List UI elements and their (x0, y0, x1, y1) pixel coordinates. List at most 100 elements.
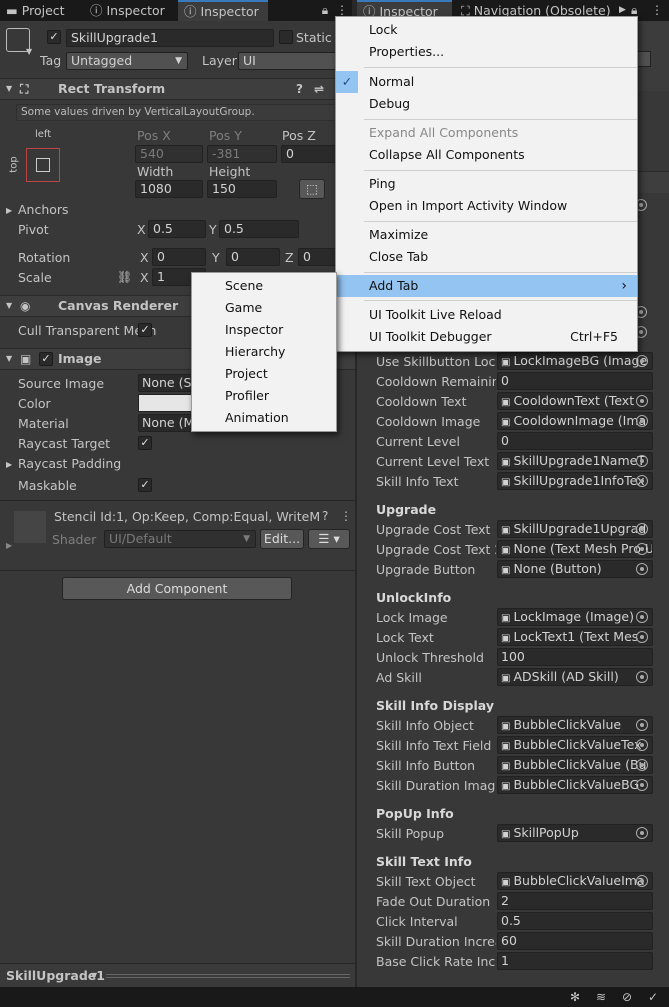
submenu-item-profiler[interactable]: Profiler (192, 385, 336, 407)
kebab-menu-icon[interactable]: ⋮ (651, 3, 663, 17)
presets-icon[interactable]: ⇌ (314, 82, 324, 96)
menu-item-ui-toolkit-live-reload[interactable]: UI Toolkit Live Reload (336, 304, 637, 326)
active-checkbox[interactable]: ✓ (47, 30, 61, 44)
object-field[interactable]: ▣ BubbleClickValue (Bu (497, 756, 653, 774)
tab-inspector-1[interactable]: ⓘ Inspector (84, 0, 174, 21)
object-field[interactable]: ▣ LockText1 (Text Mes (497, 628, 653, 646)
object-field[interactable]: ▣ SkillUpgrade1Upgrad (497, 520, 653, 538)
rect-transform-header[interactable]: ▼ ⛶ Rect Transform ? ⇌ (0, 78, 355, 100)
object-picker-icon[interactable] (636, 563, 648, 575)
menu-item-debug[interactable]: Debug (336, 93, 637, 115)
object-field[interactable]: ▣ SkillUpgrade1InfoTex (497, 472, 653, 490)
check-circle-icon[interactable]: ✓ (648, 990, 658, 1004)
help-icon[interactable]: ? (322, 509, 328, 523)
cull-transparent-checkbox[interactable]: ✓ (138, 323, 152, 337)
value-field[interactable]: 0 (497, 432, 653, 450)
help-icon[interactable]: ? (296, 82, 303, 96)
foldout-arrow-icon[interactable]: ▶ (6, 458, 12, 472)
submenu-item-inspector[interactable]: Inspector (192, 319, 336, 341)
menu-item-open-import-activity[interactable]: Open in Import Activity Window (336, 195, 637, 217)
raycast-target-checkbox[interactable]: ✓ (138, 436, 152, 450)
value-field[interactable]: 0 (497, 372, 653, 390)
object-field[interactable]: ▣ SkillUpgrade1NameT (497, 452, 653, 470)
image-enabled-checkbox[interactable]: ✓ (39, 352, 53, 366)
kebab-menu-icon[interactable]: ⋮ (340, 509, 352, 523)
value-field[interactable]: 100 (497, 648, 653, 666)
submenu-item-animation[interactable]: Animation (192, 407, 336, 429)
menu-item-normal[interactable]: ✓ Normal (336, 71, 637, 93)
pos-z-field[interactable]: 0 (281, 145, 341, 163)
tab-project[interactable]: ▬ Project (0, 0, 80, 21)
rot-y-field[interactable]: 0 (226, 248, 280, 266)
value-field[interactable]: 60 (497, 932, 653, 950)
object-picker-icon[interactable] (636, 455, 648, 467)
menu-item-ui-toolkit-debugger[interactable]: UI Toolkit Debugger Ctrl+F5 (336, 326, 637, 348)
add-component-button[interactable]: Add Component (62, 577, 292, 600)
object-picker-icon[interactable] (636, 611, 648, 623)
layers-icon[interactable]: ≋ (596, 990, 606, 1004)
value-field[interactable]: 2 (497, 892, 653, 910)
value-field[interactable]: 0.5 (497, 912, 653, 930)
raycast-padding-label[interactable]: Raycast Padding (18, 456, 121, 471)
resize-handle[interactable] (106, 974, 350, 978)
object-picker-icon[interactable] (636, 671, 648, 683)
no-entry-icon[interactable]: ⊘ (622, 990, 632, 1004)
rot-x-field[interactable]: 0 (152, 248, 206, 266)
pivot-x-field[interactable]: 0.5 (148, 220, 206, 238)
object-picker-icon[interactable] (636, 779, 648, 791)
object-field[interactable]: ▣ BubbleClickValueBG (497, 776, 653, 794)
lock-icon[interactable]: 🔒︎ (631, 3, 637, 17)
object-field[interactable]: ▣ LockImageBG (Image (497, 352, 653, 370)
object-field[interactable]: ▣ BubbleClickValueTex (497, 736, 653, 754)
constrain-proportions-icon[interactable]: ⛓ (117, 270, 132, 284)
foldout-arrow-icon[interactable]: ▶ (6, 539, 12, 553)
object-picker-icon[interactable] (636, 415, 648, 427)
object-picker-icon[interactable] (636, 395, 648, 407)
object-field[interactable]: ▣ None (Button) (497, 560, 653, 578)
menu-item-add-tab[interactable]: Add Tab › (336, 275, 637, 297)
object-field[interactable]: ▣ ADSkill (AD Skill) (497, 668, 653, 686)
submenu-item-project[interactable]: Project (192, 363, 336, 385)
kebab-menu-icon[interactable]: ⋮ (336, 3, 348, 17)
submenu-item-game[interactable]: Game (192, 297, 336, 319)
object-name-field[interactable]: SkillUpgrade1 (66, 29, 274, 47)
tag-dropdown[interactable]: Untagged ▼ (66, 52, 188, 70)
layer-dropdown[interactable]: UI (238, 52, 348, 70)
submenu-item-hierarchy[interactable]: Hierarchy (192, 341, 336, 363)
object-field[interactable]: ▣ CooldownImage (Ima (497, 412, 653, 430)
caret-down-icon[interactable]: ▼ (91, 969, 97, 983)
value-field[interactable]: 1 (497, 952, 653, 970)
edit-shader-button[interactable]: Edit... (260, 529, 304, 549)
object-picker-icon[interactable] (636, 719, 648, 731)
object-picker-icon[interactable] (636, 523, 648, 535)
object-picker-icon[interactable] (636, 875, 648, 887)
menu-item-collapse-all[interactable]: Collapse All Components (336, 144, 637, 166)
object-field[interactable]: ▣ LockImage (Image) (497, 608, 653, 626)
lock-icon[interactable]: 🔒︎ (318, 3, 332, 17)
anchors-label[interactable]: Anchors (18, 202, 69, 217)
object-field[interactable]: ▣ BubbleClickValueIma (497, 872, 653, 890)
caret-down-icon[interactable]: ▼ (26, 45, 32, 59)
object-picker-icon[interactable] (636, 631, 648, 643)
object-picker-icon[interactable] (636, 543, 648, 555)
maskable-checkbox[interactable]: ✓ (138, 478, 152, 492)
menu-item-lock[interactable]: Lock (336, 19, 637, 41)
menu-item-close-tab[interactable]: Close Tab (336, 246, 637, 268)
object-picker-icon[interactable] (636, 475, 648, 487)
object-field[interactable]: ▣ None (Text Mesh Pro U (497, 540, 653, 558)
object-field[interactable]: ▣ SkillPopUp (497, 824, 653, 842)
object-field[interactable]: ▣ CooldownText (Text (497, 392, 653, 410)
height-field[interactable]: 150 (207, 180, 277, 198)
foldout-arrow-icon[interactable]: ▶ (6, 204, 12, 218)
anchor-preset-button[interactable] (26, 148, 60, 182)
object-picker-icon[interactable] (636, 759, 648, 771)
pivot-y-field[interactable]: 0.5 (219, 220, 299, 238)
object-picker-icon[interactable] (636, 827, 648, 839)
object-field[interactable]: ▣ BubbleClickValue (497, 716, 653, 734)
color-swatch[interactable] (138, 394, 198, 412)
object-picker-icon[interactable] (636, 739, 648, 751)
menu-item-maximize[interactable]: Maximize (336, 224, 637, 246)
source-image-field[interactable]: None (Sp (138, 374, 198, 392)
static-checkbox[interactable] (279, 30, 293, 44)
shader-options-button[interactable]: ☰ ▾ (308, 529, 350, 549)
